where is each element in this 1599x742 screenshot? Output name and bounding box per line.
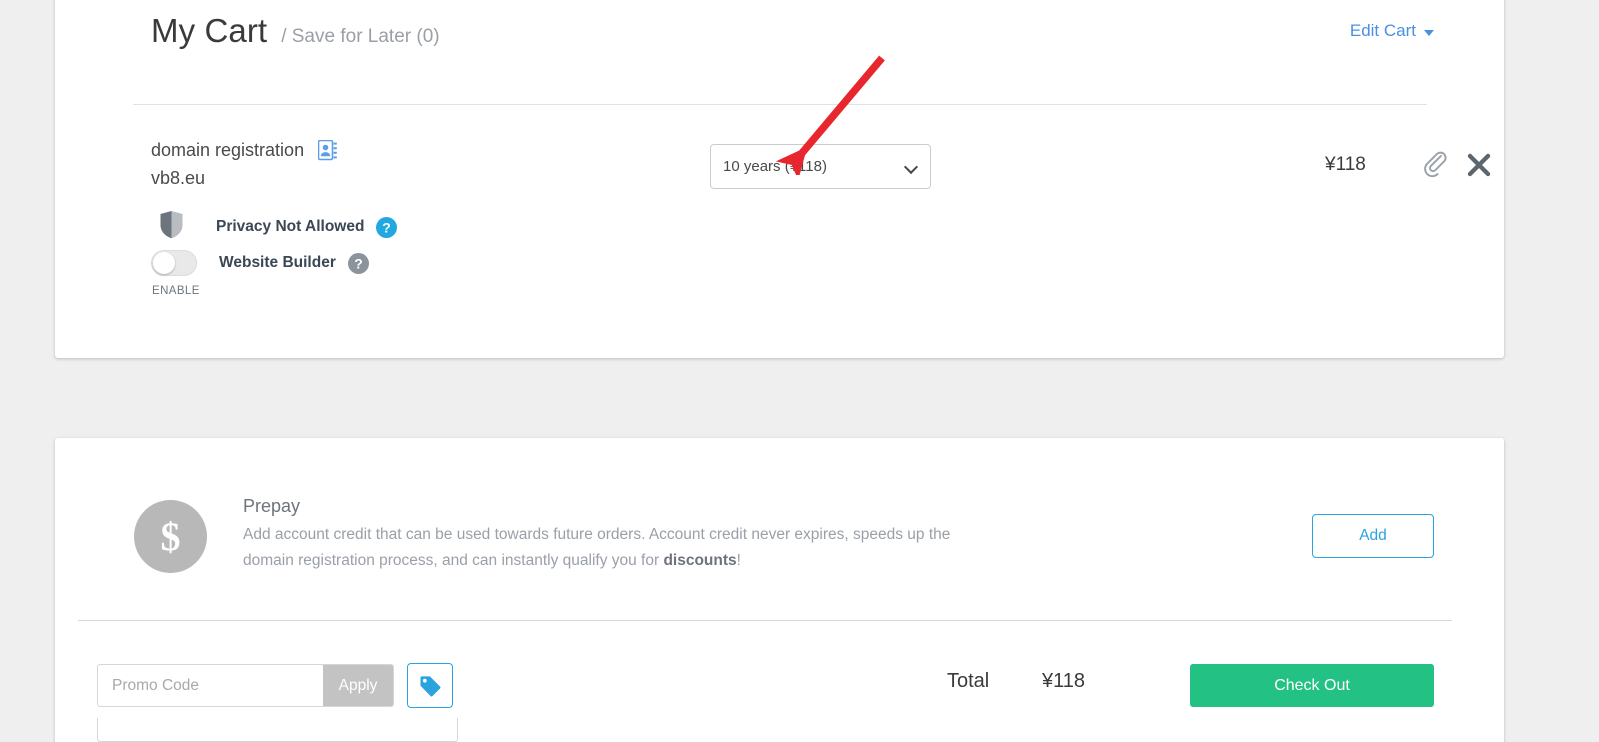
- cart-title-group: My Cart / Save for Later (0): [151, 12, 440, 50]
- prepay-discounts-link[interactable]: discounts: [663, 552, 736, 569]
- chevron-down-icon: [1424, 29, 1434, 36]
- cart-item-price: ¥118: [1325, 154, 1366, 175]
- help-circle-icon-builder[interactable]: ?: [347, 252, 369, 274]
- close-x-icon[interactable]: [1466, 152, 1492, 183]
- prepay-description-part2: !: [736, 552, 741, 569]
- addon-row-website-builder: Website Builder ?: [151, 250, 369, 276]
- total-label: Total: [947, 670, 990, 692]
- prepay-title: Prepay: [243, 496, 301, 516]
- toggle-knob: [153, 252, 175, 274]
- promo-code-group: Apply: [97, 664, 394, 707]
- prepay-description: Add account credit that can be used towa…: [243, 522, 983, 574]
- term-select[interactable]: 10 years (¥118): [710, 144, 931, 189]
- paperclip-icon[interactable]: [1423, 151, 1449, 184]
- promo-dropdown-panel: [97, 718, 458, 742]
- chevron-down-icon-select: [903, 159, 919, 175]
- prepay-add-button[interactable]: Add: [1312, 514, 1434, 558]
- dollar-circle-icon: $: [134, 500, 207, 573]
- cart-card: My Cart / Save for Later (0) Edit Cart d…: [55, 0, 1504, 358]
- svg-text:?: ?: [383, 219, 392, 235]
- cart-page: My Cart / Save for Later (0) Edit Cart d…: [0, 0, 1599, 742]
- save-for-later-link[interactable]: / Save for Later (0): [281, 26, 439, 48]
- prepay-description-part1: Add account credit that can be used towa…: [243, 526, 951, 569]
- cart-header: My Cart / Save for Later (0) Edit Cart: [55, 0, 1504, 105]
- edit-cart-button[interactable]: Edit Cart: [1350, 21, 1434, 41]
- help-circle-icon[interactable]: ?: [376, 216, 398, 238]
- svg-text:?: ?: [354, 255, 363, 271]
- website-builder-toggle[interactable]: [151, 250, 197, 276]
- page-title: My Cart: [151, 12, 268, 49]
- apply-promo-button[interactable]: Apply: [323, 665, 393, 706]
- cart-item-name: domain registration: [151, 140, 338, 161]
- order-divider: [78, 620, 1452, 621]
- total-value: ¥118: [1042, 670, 1086, 692]
- header-divider: [133, 104, 1427, 105]
- cart-item-name-label: domain registration: [151, 140, 305, 160]
- price-tag-icon[interactable]: [407, 663, 453, 708]
- term-select-value: 10 years (¥118): [723, 158, 827, 175]
- edit-cart-label: Edit Cart: [1349, 21, 1416, 40]
- addon-row-privacy: Privacy Not Allowed ?: [159, 210, 398, 244]
- toggle-enable-caption: ENABLE: [152, 285, 200, 297]
- shield-icon: [159, 210, 184, 244]
- addon-label-website-builder: Website Builder: [219, 254, 336, 271]
- cart-item-domain: vb8.eu: [151, 168, 206, 188]
- contact-card-icon[interactable]: [318, 140, 338, 161]
- promo-code-input[interactable]: [98, 665, 323, 706]
- checkout-button[interactable]: Check Out: [1190, 664, 1434, 707]
- addon-label-privacy: Privacy Not Allowed: [216, 218, 365, 235]
